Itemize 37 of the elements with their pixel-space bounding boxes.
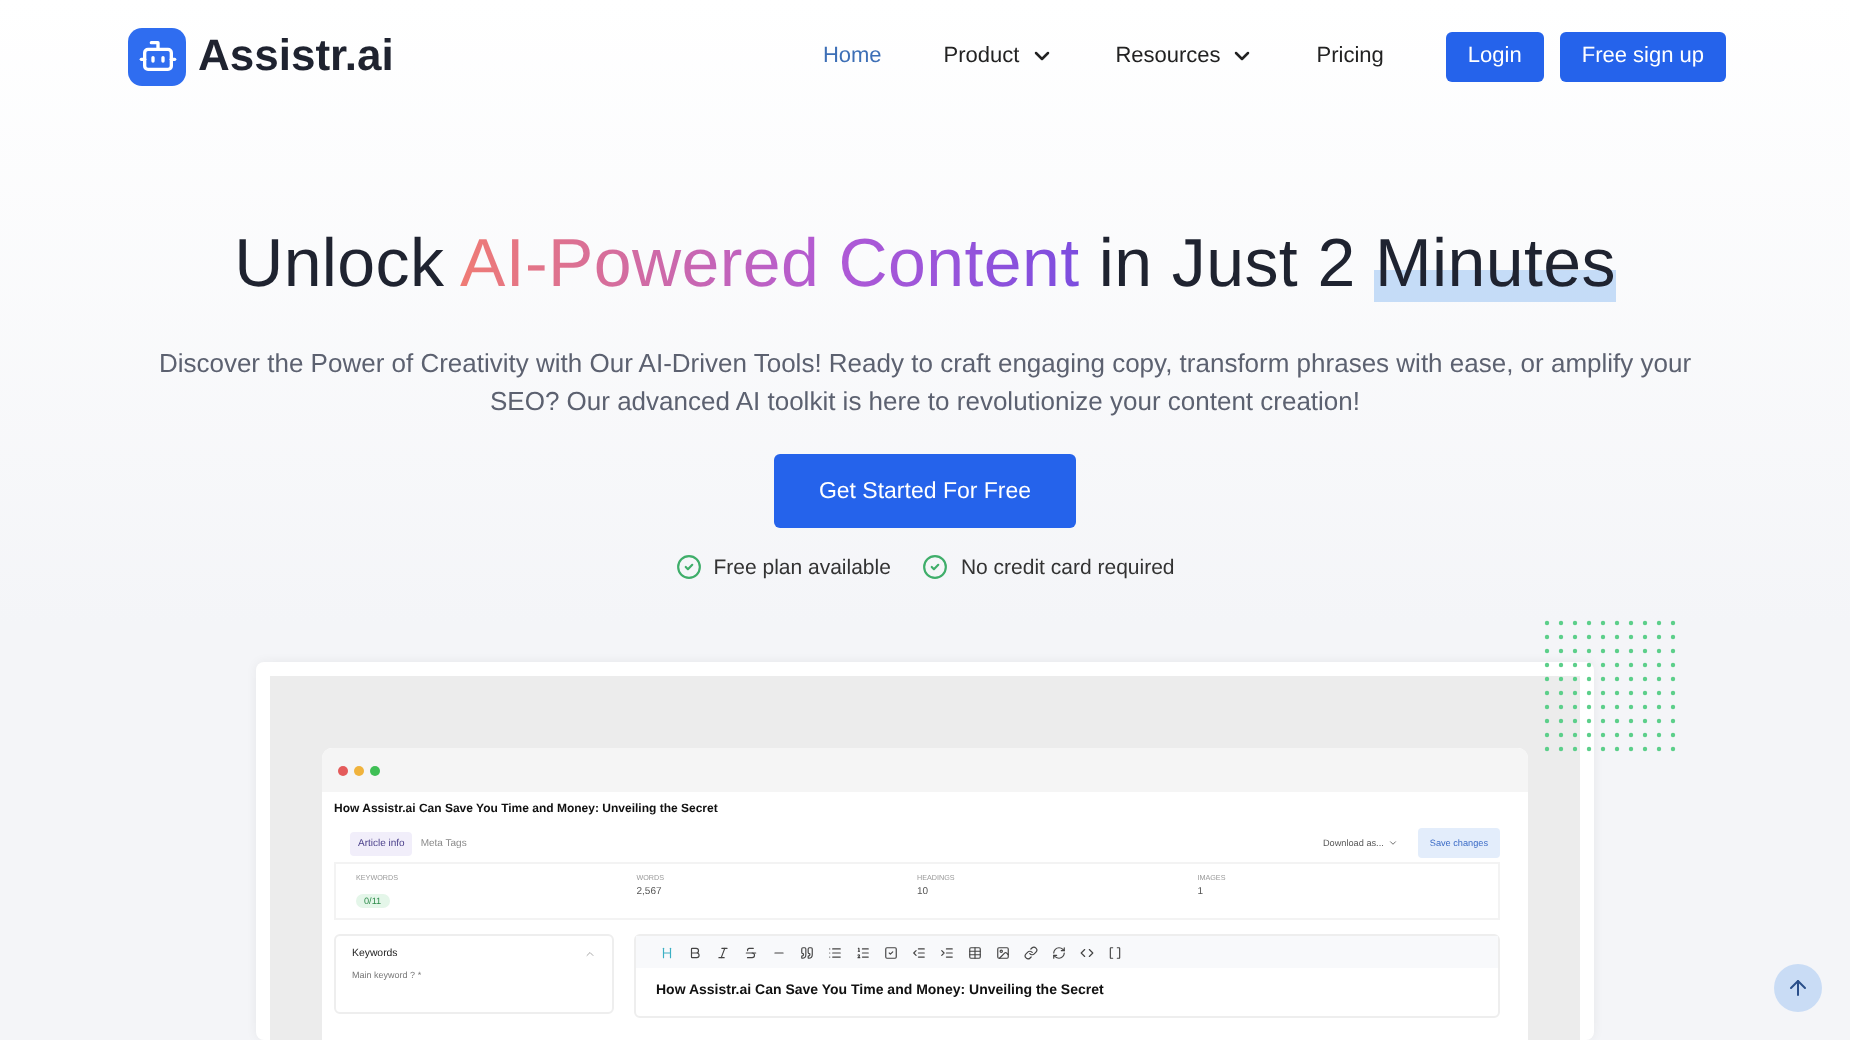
nav-link[interactable]: Resources (1115, 44, 1255, 69)
chevron-down-icon (1387, 838, 1398, 849)
toolbar-icon[interactable] (1108, 945, 1122, 960)
check-circle-icon (675, 554, 702, 581)
check-circle-icon (922, 554, 949, 581)
toolbar-icon[interactable] (968, 945, 982, 960)
close-dot-icon (338, 765, 348, 776)
arrow-up-icon (1786, 976, 1810, 1000)
perk-text: No credit card required (960, 555, 1175, 580)
login-button[interactable]: Login (1445, 31, 1544, 82)
toolbar-icon[interactable] (940, 945, 954, 960)
toolbar-icon[interactable] (884, 945, 898, 960)
hero-subtitle: Discover the Power of Creativity with Our AI-Driven Tools! Ready to craft engaging copy, transform phrases with ease, or amplify your SEO? Our advanced AI toolkit is here to revolutionize your content creation! (156, 346, 1694, 421)
nav-link[interactable]: Home (822, 44, 882, 69)
toolbar-icon[interactable] (688, 945, 702, 960)
toolbar-icon[interactable] (744, 945, 758, 960)
get-started-button[interactable]: Get Started For Free (774, 454, 1076, 529)
robot-logo-icon[interactable] (128, 27, 186, 86)
toolbar-icon[interactable] (996, 945, 1010, 960)
perk-text: Free plan available (713, 555, 891, 580)
toolbar-icon[interactable] (828, 945, 842, 960)
dot-pattern-drawing (1544, 620, 1680, 752)
brand-name: Assistr.ai (198, 30, 394, 83)
sign-up-button[interactable]: Free sign up (1559, 31, 1726, 82)
toolbar-icon[interactable] (716, 945, 730, 960)
maximize-dot-icon (370, 765, 380, 776)
scroll-to-top-button[interactable] (1774, 964, 1822, 1012)
toolbar-icon[interactable] (800, 945, 814, 960)
toolbar-icon[interactable] (912, 945, 926, 960)
nav-link[interactable]: Pricing (1316, 44, 1384, 69)
toolbar-icon[interactable] (1052, 945, 1066, 960)
hero-heading: Unlock AI-Powered Content in Just 2 Minutes (234, 226, 1616, 305)
toolbar-icon[interactable] (1080, 945, 1094, 960)
toolbar-icon[interactable] (856, 945, 870, 960)
minimize-dot-icon (354, 765, 364, 776)
nav-link[interactable]: Product (943, 44, 1054, 69)
toolbar-icon[interactable] (1024, 945, 1038, 960)
